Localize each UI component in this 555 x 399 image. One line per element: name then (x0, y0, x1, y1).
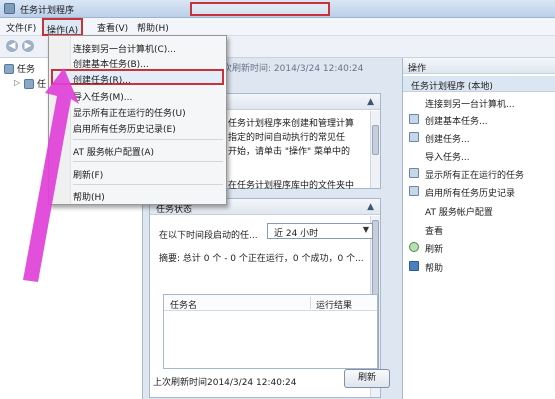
menu-item-import[interactable]: 导入任务(M)... (73, 90, 132, 103)
collapse-icon[interactable]: ▲ (367, 202, 374, 212)
overview-scrollbar[interactable] (370, 111, 380, 188)
action-at-config[interactable]: AT 服务帐户配置 (425, 205, 493, 218)
menu-separator (73, 161, 223, 162)
tree-library[interactable]: 任 (24, 77, 46, 90)
actions-header: 操作 (403, 58, 555, 74)
expand-icon[interactable]: ▷ (14, 78, 20, 87)
forward-arrow-icon[interactable]: ▶ (22, 40, 34, 52)
action-show-running[interactable]: 显示所有正在运行的任务 (425, 168, 524, 181)
column-task-name[interactable]: 任务名 (170, 298, 197, 311)
column-divider[interactable] (310, 297, 311, 309)
action-dropdown-menu: 连接到另一台计算机(C)... 创建基本任务(B)... 创建任务(R)... … (48, 35, 227, 205)
action-connect[interactable]: 连接到另一台计算机... (425, 97, 515, 110)
menu-item-create-basic[interactable]: 创建基本任务(B)... (73, 57, 149, 70)
app-icon (4, 3, 15, 14)
actions-subheader[interactable]: 任务计划程序 (本地) (403, 76, 555, 92)
menu-help[interactable]: 帮助(H) (137, 21, 169, 34)
refresh-info: 次刷新时间: 2014/3/24 12:40:24 (223, 64, 364, 74)
title-bar: 任务计划程序 (0, 0, 555, 18)
column-run-result[interactable]: 运行结果 (316, 298, 352, 311)
window-title: 任务计划程序 (20, 6, 75, 16)
help-icon (409, 261, 419, 271)
menu-view[interactable]: 查看(V) (97, 21, 128, 34)
menu-item-enable-history[interactable]: 启用所有任务历史记录(E) (73, 122, 176, 135)
scroll-thumb[interactable] (372, 125, 379, 155)
action-create-task[interactable]: 创建任务... (425, 132, 470, 145)
collapse-icon[interactable]: ▲ (367, 97, 374, 107)
menu-item-refresh[interactable]: 刷新(F) (73, 168, 103, 181)
action-view[interactable]: 查看 (425, 224, 443, 237)
action-help[interactable]: 帮助 (425, 261, 443, 274)
running-tasks-icon (409, 168, 419, 178)
action-refresh[interactable]: 刷新 (425, 242, 443, 255)
menu-gutter (49, 36, 71, 204)
overview-line: 开始，请单击 "操作" 菜单中的 (228, 147, 351, 157)
menu-item-connect[interactable]: 连接到另一台计算机(C)... (73, 42, 176, 55)
menu-separator (73, 184, 223, 185)
basic-task-icon (409, 114, 419, 124)
tree-root[interactable]: 任务 (4, 62, 35, 75)
refresh-icon (409, 242, 419, 252)
task-table: 任务名 运行结果 (163, 294, 378, 369)
time-range-value: 近 24 小时 (274, 229, 319, 239)
history-icon (409, 186, 419, 196)
folder-icon (24, 79, 34, 89)
refresh-button[interactable]: 刷新 (344, 369, 390, 388)
action-import[interactable]: 导入任务... (425, 150, 470, 163)
action-enable-history[interactable]: 启用所有任务历史记录 (425, 186, 515, 199)
dropdown-arrow-icon: ▼ (362, 225, 369, 234)
overview-line: 在任务计划程序库中的文件夹中 (228, 181, 355, 191)
overview-line: 任务计划程序来创建和管理计算 (228, 119, 355, 129)
menu-action[interactable]: 操作(A) (42, 18, 84, 36)
filter-label: 在以下时间段启动的任... (159, 231, 258, 241)
menu-item-at-config[interactable]: AT 服务帐户配置(A) (73, 145, 154, 158)
title-highlight-box (190, 2, 330, 16)
menu-item-create-task[interactable]: 创建任务(R)... (73, 73, 131, 86)
last-refresh-text: 上次刷新时间2014/3/24 12:40:24 (153, 378, 297, 388)
table-header: 任务名 运行结果 (164, 295, 377, 311)
back-arrow-icon[interactable]: ◀ (6, 40, 18, 52)
action-create-basic[interactable]: 创建基本任务... (425, 114, 488, 127)
overview-line: 指定的时间自动执行的常见任 (228, 133, 346, 143)
task-summary: 摘要: 总计 0 个 - 0 个正在运行，0 个成功，0 个... (159, 254, 364, 264)
time-range-select[interactable]: 近 24 小时 ▼ (267, 223, 373, 239)
menu-file[interactable]: 文件(F) (6, 21, 36, 34)
clock-icon (4, 64, 14, 74)
menu-separator (73, 139, 223, 140)
menu-bar: 文件(F) 操作(A) 查看(V) 帮助(H) (0, 18, 555, 36)
menu-item-show-running[interactable]: 显示所有正在运行的任务(U) (73, 106, 186, 119)
actions-pane: 操作 任务计划程序 (本地) 连接到另一台计算机... 创建基本任务... 创建… (402, 58, 555, 399)
create-task-icon (409, 132, 419, 142)
menu-item-help[interactable]: 帮助(H) (73, 190, 105, 203)
